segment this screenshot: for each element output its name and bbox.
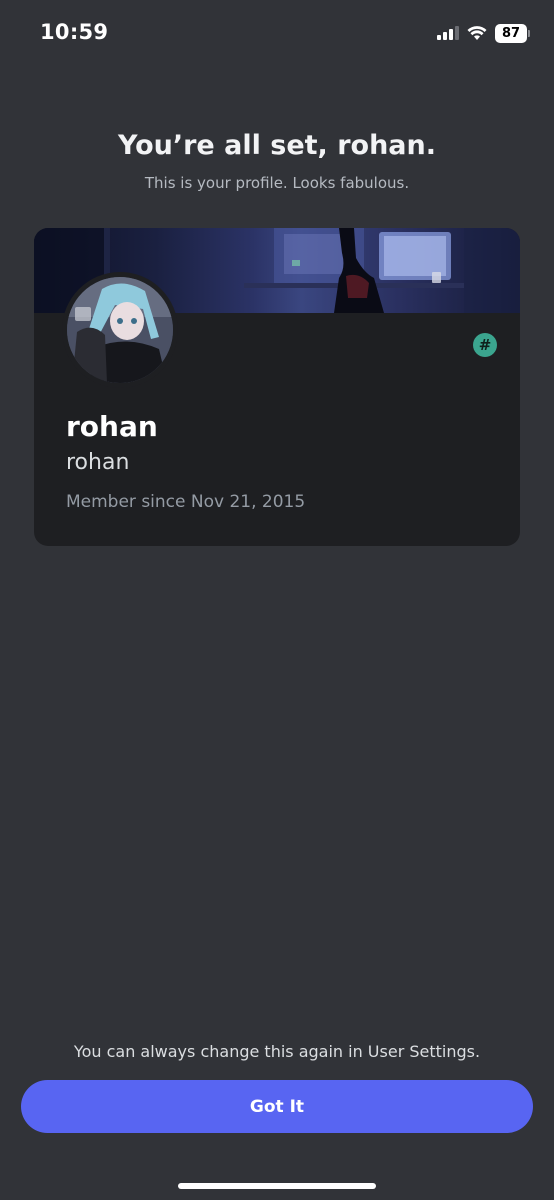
username: rohan [66,450,130,475]
status-icons: 87 [437,22,530,44]
hashtag-badge-icon: # [473,333,497,357]
wifi-icon [467,25,487,40]
home-indicator[interactable] [178,1183,376,1189]
member-since: Member since Nov 21, 2015 [66,492,306,512]
display-name: rohan [66,410,158,443]
profile-setup-complete-screen: 10:59 87 You’re all set, rohan. This is … [0,0,554,1200]
cellular-signal-icon [437,26,459,40]
status-time: 10:59 [40,20,109,44]
avatar [67,277,173,383]
page-subtitle: This is your profile. Looks fabulous. [144,174,410,192]
got-it-button[interactable]: Got It [21,1080,533,1133]
battery-icon: 87 [495,23,530,43]
settings-note: You can always change this again in User… [73,1042,481,1061]
page-title: You’re all set, rohan. [118,130,436,161]
status-bar: 10:59 87 [0,0,554,66]
battery-level: 87 [495,23,527,43]
